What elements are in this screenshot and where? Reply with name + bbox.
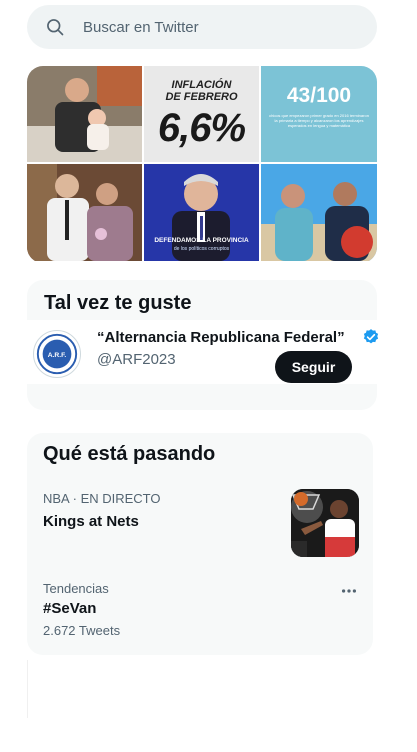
trends-card: Qué está pasando NBA · EN DIRECTO Kings … (27, 433, 373, 655)
account-handle[interactable]: @ARF2023 (97, 351, 176, 368)
trends-title: Qué está pasando (43, 443, 216, 465)
avatar-text: A.R.F. (48, 352, 67, 359)
who-to-follow-card: Tal vez te guste A.R.F. “Alternancia Rep… (27, 280, 410, 410)
poster-caption: DEFENDAMOS LA PROVINCIA de los políticos… (144, 237, 259, 253)
suggested-account[interactable]: A.R.F. “Alternancia Republicana Federal”… (27, 320, 410, 384)
search-input[interactable] (83, 18, 333, 36)
follow-button[interactable]: Seguir (275, 351, 352, 383)
media-campaign-poster[interactable]: DEFENDAMOS LA PROVINCIA de los políticos… (144, 164, 259, 261)
search-icon (45, 17, 65, 37)
poster-title: DEFENDAMOS LA PROVINCIA (154, 237, 249, 244)
divider (27, 660, 28, 718)
inflation-heading: INFLACIÓN DE FEBRERO (165, 79, 238, 103)
trend-title[interactable]: #SeVan (43, 600, 96, 617)
media-inflation-graphic[interactable]: INFLACIÓN DE FEBRERO 6,6% (144, 66, 259, 162)
avatar[interactable]: A.R.F. (33, 330, 81, 378)
account-name[interactable]: “Alternancia Republicana Federal” (97, 329, 345, 346)
trend-thumbnail[interactable] (291, 489, 359, 557)
trend-context: NBA · EN DIRECTO (43, 491, 161, 506)
inflation-value: 6,6% (157, 106, 246, 150)
trend-context: Tendencias (43, 581, 109, 596)
poster-subtitle: de los políticos corruptos (173, 246, 230, 252)
who-to-follow-title: Tal vez te guste (44, 292, 192, 314)
verified-badge-icon (362, 328, 380, 346)
trend-title[interactable]: Kings at Nets (43, 513, 139, 530)
media-photo-1[interactable] (27, 66, 142, 162)
more-options-icon[interactable] (339, 581, 359, 601)
education-text: chicos que empezaron primer grado en 201… (269, 113, 369, 128)
media-grid: INFLACIÓN DE FEBRERO 6,6% 43/100 chicos … (27, 66, 377, 263)
media-photo-4[interactable] (27, 164, 142, 261)
education-stat: 43/100 (286, 84, 352, 107)
search-bar[interactable] (27, 5, 377, 49)
media-photo-6[interactable] (261, 164, 377, 261)
trend-tweet-count: 2.672 Tweets (43, 623, 121, 638)
media-education-graphic[interactable]: 43/100 chicos que empezaron primer grado… (261, 66, 377, 162)
